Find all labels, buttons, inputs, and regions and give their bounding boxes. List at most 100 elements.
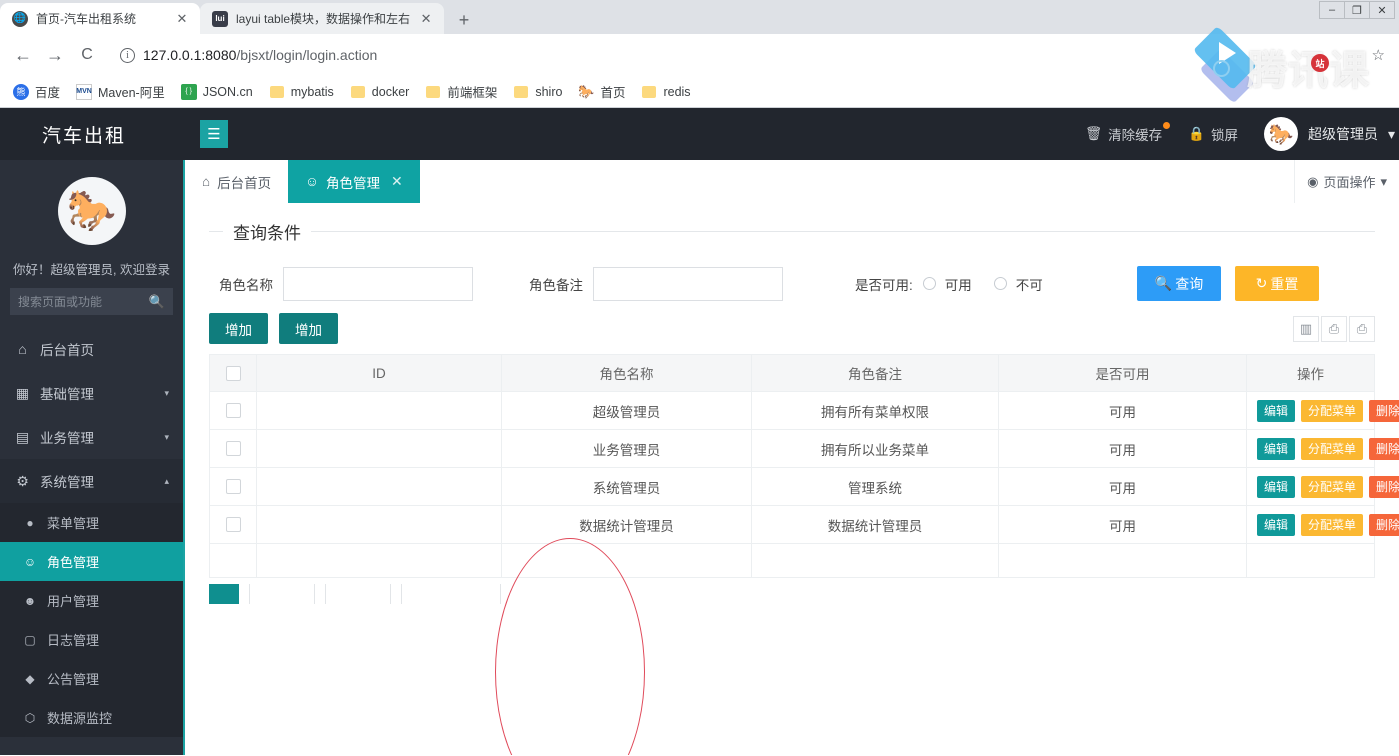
assign-menu-button[interactable]: 分配菜单 <box>1301 437 1364 460</box>
row-checkbox[interactable] <box>225 403 241 419</box>
sidebar-item-system[interactable]: ⚙ 系统管理 ▴ <box>0 459 183 503</box>
table-row[interactable]: 系统管理员 管理系统 可用 编辑 分配菜单 删除 <box>209 467 1399 506</box>
maximize-button[interactable]: ❐ <box>1344 1 1370 19</box>
sidebar-item-basic[interactable]: ▦ 基础管理 ▾ <box>0 371 183 415</box>
search-icon[interactable]: 🔍 <box>149 294 165 310</box>
page-size-select[interactable] <box>325 584 391 604</box>
bookmark-docker[interactable]: docker <box>343 81 417 103</box>
bookmark-json[interactable]: { } JSON.cn <box>174 81 260 103</box>
delete-button[interactable]: 删除 <box>1369 475 1399 498</box>
bookmark-frontend[interactable]: 前端框架 <box>418 79 504 104</box>
bookmark-baidu[interactable]: 熊 百度 <box>6 79 67 104</box>
table-row[interactable]: 业务管理员 拥有所以业务菜单 可用 编辑 分配菜单 删除 <box>209 429 1399 468</box>
sidebar-search[interactable]: 🔍 <box>10 288 173 315</box>
assign-menu-button[interactable]: 分配菜单 <box>1301 399 1364 422</box>
lock-screen-button[interactable]: 🔒 锁屏 <box>1188 124 1238 144</box>
column-header-actions[interactable]: 操作 <box>1246 354 1375 392</box>
bookmark-star-icon[interactable]: ☆ <box>1372 46 1385 64</box>
page-jump-box[interactable] <box>401 584 501 604</box>
role-remark-input[interactable] <box>593 266 783 301</box>
column-header-id[interactable]: ID <box>256 354 502 392</box>
clear-cache-button[interactable]: 🗑 清除缓存 <box>1085 122 1171 144</box>
role-name-input[interactable] <box>283 266 473 301</box>
column-header-available[interactable]: 是否可用 <box>998 354 1247 392</box>
row-checkbox[interactable] <box>225 479 241 495</box>
tab-role-management[interactable]: ☺ 角色管理 ✕ <box>288 160 420 203</box>
column-header-name[interactable]: 角色名称 <box>501 354 752 392</box>
column-filter-icon[interactable]: ▥ <box>1293 315 1319 342</box>
sidebar-subitem-datasource[interactable]: ⬡ 数据源监控 <box>0 698 183 737</box>
site-info-icon[interactable]: i <box>120 47 135 63</box>
lock-icon: 🔒 <box>1188 126 1205 141</box>
browser-tab-1[interactable]: 🌐 首页-汽车出租系统 ✕ <box>0 3 200 34</box>
delete-button[interactable]: 删除 <box>1369 399 1399 422</box>
close-window-button[interactable]: ✕ <box>1369 1 1395 19</box>
sidebar-subitem-notice[interactable]: ◆ 公告管理 <box>0 659 183 698</box>
edit-button[interactable]: 编辑 <box>1257 437 1296 460</box>
new-tab-button[interactable]: + <box>450 6 478 34</box>
page-button-next[interactable] <box>249 584 315 604</box>
cell-name: 数据统计管理员 <box>501 505 752 544</box>
radio-available[interactable]: 可用 <box>922 274 972 294</box>
page-button-current[interactable] <box>209 584 239 604</box>
browser-tab-2[interactable]: lui layui table模块，数据操作和左右 ✕ <box>200 3 445 34</box>
sidebar-item-business[interactable]: ▤ 业务管理 ▾ <box>0 415 183 459</box>
close-icon[interactable]: ✕ <box>418 11 434 27</box>
table-row[interactable]: 超级管理员 拥有所有菜单权限 可用 编辑 分配菜单 删除 <box>209 391 1399 430</box>
print-icon[interactable]: ⎙ <box>1349 315 1375 342</box>
radio-unavailable[interactable]: 不可 <box>993 274 1043 294</box>
avatar: 🐎 <box>1263 117 1298 151</box>
reset-button[interactable]: ↻ 重置 <box>1235 266 1319 301</box>
assign-menu-button[interactable]: 分配菜单 <box>1301 475 1364 498</box>
add-button-2[interactable]: 增加 <box>279 313 338 344</box>
address-bar[interactable]: i 127.0.0.1:8080/bjsxt/login/login.actio… <box>110 41 1364 69</box>
circle-icon: ● <box>26 515 34 530</box>
cell-name: 系统管理员 <box>501 467 752 506</box>
sidebar-subitem-menu[interactable]: ● 菜单管理 <box>0 503 183 542</box>
bookmark-shiro[interactable]: shiro <box>506 81 569 103</box>
radio-circle-icon[interactable] <box>922 277 936 290</box>
search-icon: 🔍 <box>1154 275 1173 291</box>
delete-button[interactable]: 删除 <box>1369 437 1399 460</box>
sidebar-item-label: 基础管理 <box>40 387 94 402</box>
bookmark-home[interactable]: 🐎 首页 <box>571 79 632 104</box>
search-button[interactable]: 🔍 查询 <box>1137 266 1221 301</box>
row-checkbox[interactable] <box>225 441 241 457</box>
add-button-1[interactable]: 增加 <box>209 313 268 344</box>
sidebar-subitem-label: 日志管理 <box>47 633 100 648</box>
tab-home[interactable]: ⌂ 后台首页 <box>185 160 289 203</box>
close-icon[interactable]: ✕ <box>174 11 190 27</box>
edit-button[interactable]: 编辑 <box>1257 475 1296 498</box>
sidebar-subitem-role[interactable]: ☺ 角色管理 <box>0 542 183 581</box>
bookmark-maven[interactable]: MVN Maven-阿里 <box>69 79 172 104</box>
hamburger-icon[interactable]: ☰ <box>200 120 228 148</box>
page-operations-dropdown[interactable]: ◉ 页面操作 ▾ <box>1294 160 1399 203</box>
reload-icon[interactable]: C <box>72 40 102 70</box>
minimize-button[interactable]: – <box>1319 1 1345 19</box>
sidebar-item-home[interactable]: ⌂ 后台首页 <box>0 327 183 371</box>
table-row[interactable]: 数据统计管理员 数据统计管理员 可用 编辑 分配菜单 删除 <box>209 505 1399 544</box>
back-icon[interactable]: ← <box>8 40 38 70</box>
folder-icon <box>641 84 657 100</box>
select-all-checkbox[interactable] <box>225 365 241 381</box>
edit-button[interactable]: 编辑 <box>1257 513 1296 536</box>
radio-circle-icon[interactable] <box>993 277 1007 290</box>
shield-icon: ⬡ <box>24 710 36 725</box>
bookmark-mybatis[interactable]: mybatis <box>262 81 341 103</box>
close-icon[interactable]: ✕ <box>391 173 403 190</box>
assign-menu-button[interactable]: 分配菜单 <box>1301 513 1364 536</box>
edit-button[interactable]: 编辑 <box>1257 399 1296 422</box>
forward-icon[interactable]: → <box>40 40 70 70</box>
sidebar-subitem-user[interactable]: ☻ 用户管理 <box>0 581 183 620</box>
row-checkbox[interactable] <box>225 517 241 533</box>
layui-icon: lui <box>212 10 228 27</box>
column-header-remark[interactable]: 角色备注 <box>751 354 999 392</box>
search-input[interactable] <box>18 294 165 309</box>
export-icon[interactable]: ⎙ <box>1321 315 1347 342</box>
delete-button[interactable]: 删除 <box>1369 513 1399 536</box>
target-icon: ◉ <box>1307 173 1319 189</box>
bookmark-redis[interactable]: redis <box>634 81 697 103</box>
user-menu[interactable]: 🐎 超级管理员 ▾ <box>1263 117 1395 151</box>
browser-chrome: 🌐 首页-汽车出租系统 ✕ lui layui table模块，数据操作和左右 … <box>0 0 1399 108</box>
sidebar-subitem-log[interactable]: ▢ 日志管理 <box>0 620 183 659</box>
